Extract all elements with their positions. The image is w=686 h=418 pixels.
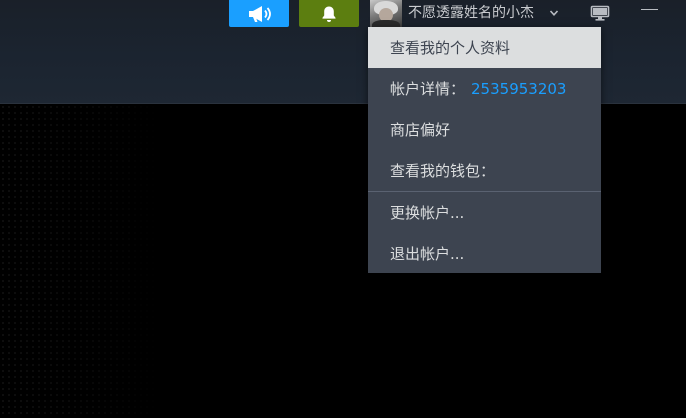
minimize-icon[interactable] (641, 9, 658, 10)
menu-item-view-wallet[interactable]: 查看我的钱包： (368, 150, 601, 191)
menu-item-label: 更换帐户... (390, 204, 465, 222)
menu-item-label: 查看我的钱包： (390, 162, 496, 180)
chevron-down-icon[interactable] (549, 8, 559, 18)
menu-item-label: 查看我的个人资料 (390, 39, 511, 57)
account-id: 2535953203 (471, 79, 567, 98)
avatar[interactable] (370, 0, 402, 27)
menu-item-sign-out[interactable]: 退出帐户... (368, 233, 601, 274)
announcements-button[interactable] (229, 0, 289, 27)
background-texture (0, 104, 160, 418)
menu-item-store-preferences[interactable]: 商店偏好 (368, 109, 601, 150)
menu-item-account-details[interactable]: 帐户详情： 2535953203 (368, 68, 601, 109)
account-dropdown-menu: 查看我的个人资料 帐户详情： 2535953203 商店偏好 查看我的钱包： 更… (368, 27, 601, 273)
megaphone-icon (249, 5, 271, 22)
menu-item-view-profile[interactable]: 查看我的个人资料 (368, 27, 601, 68)
monitor-icon[interactable] (590, 5, 610, 21)
username[interactable]: 不愿透露姓名的小杰 (408, 3, 534, 23)
menu-item-change-account[interactable]: 更换帐户... (368, 192, 601, 233)
menu-item-label: 帐户详情： (390, 80, 466, 98)
menu-item-label: 商店偏好 (390, 121, 451, 139)
menu-item-label: 退出帐户... (390, 245, 465, 263)
notifications-button[interactable] (299, 0, 359, 27)
bell-icon (322, 6, 336, 22)
